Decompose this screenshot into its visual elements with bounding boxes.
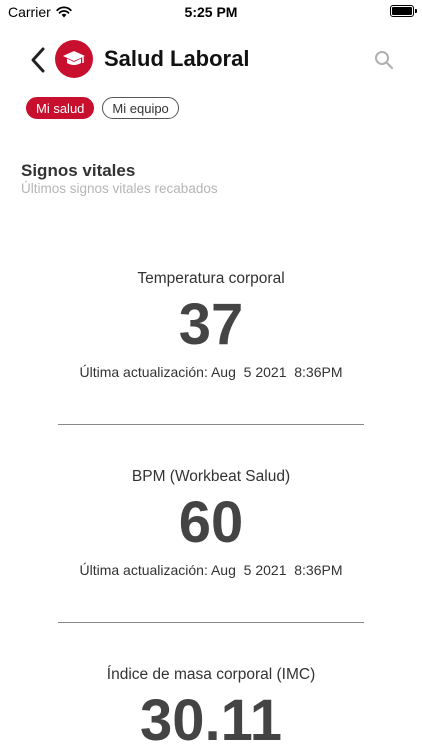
app-logo [55, 40, 93, 78]
vital-label: Índice de masa corporal (IMC) [106, 666, 316, 683]
vital-imc: Índice de masa corporal (IMC) 30.11 [0, 666, 422, 750]
back-chevron-icon [31, 47, 45, 73]
app-header: Salud Laboral [0, 38, 422, 82]
divider [58, 622, 364, 623]
divider [58, 424, 364, 425]
status-bar: Carrier 5:25 PM [0, 0, 422, 24]
filter-chips: Mi salud Mi equipo [26, 97, 179, 119]
vital-label: Temperatura corporal [137, 270, 285, 287]
search-icon [375, 51, 394, 70]
vital-updated: Última actualización: Aug 5 2021 8:36PM [79, 562, 343, 578]
search-button[interactable] [374, 50, 394, 70]
vital-updated: Última actualización: Aug 5 2021 8:36PM [79, 364, 343, 380]
vital-value: 60 [178, 490, 244, 555]
vital-bpm: BPM (Workbeat Salud) 60 Última actualiza… [0, 468, 422, 578]
vital-label: BPM (Workbeat Salud) [131, 468, 291, 485]
status-time: 5:25 PM [184, 4, 238, 20]
graduation-cap-icon [63, 51, 85, 65]
vital-temperature: Temperatura corporal 37 Última actualiza… [0, 270, 422, 380]
page-title: Salud Laboral [104, 46, 250, 71]
status-battery [390, 5, 417, 17]
chip-mi-salud[interactable]: Mi salud [26, 97, 95, 119]
back-button[interactable] [26, 46, 50, 74]
section-subtitle: Últimos signos vitales recabados [21, 181, 218, 196]
chip-mi-equipo[interactable]: Mi equipo [102, 97, 179, 119]
vital-value: 37 [178, 292, 244, 357]
battery-icon [390, 5, 417, 17]
vital-value: 30.11 [140, 688, 282, 753]
section-title: Signos vitales [21, 161, 136, 180]
